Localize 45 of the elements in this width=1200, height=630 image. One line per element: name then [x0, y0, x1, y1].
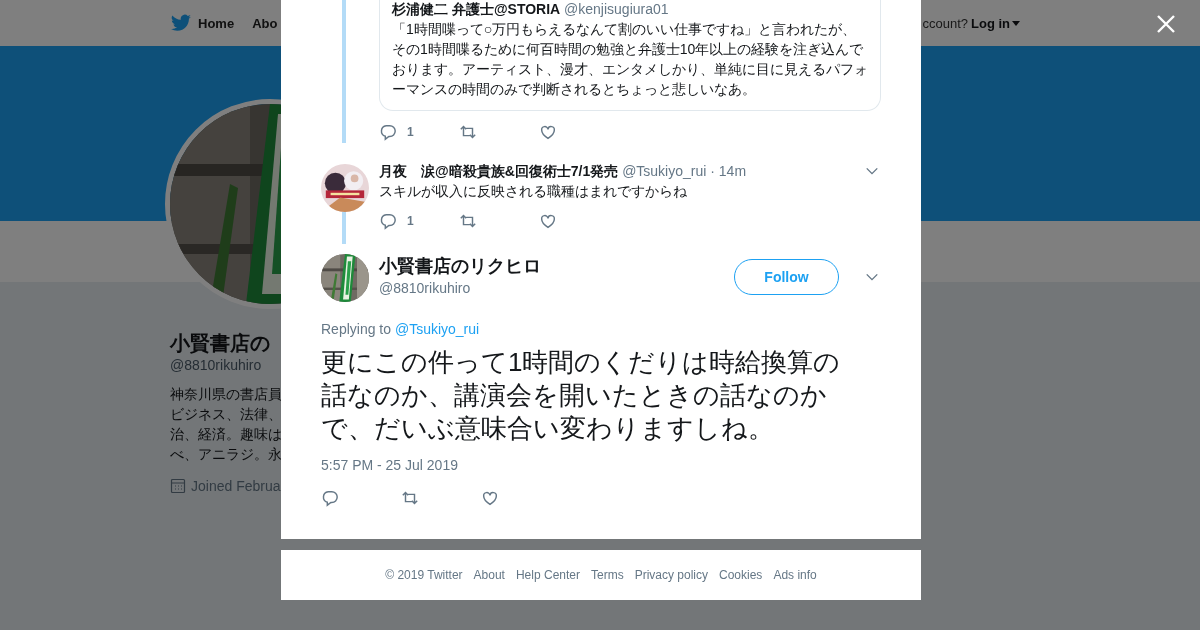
- author-name: 杉浦健二 弁護士@STORIA @kenjisugiura01: [392, 0, 670, 18]
- footer-link[interactable]: Ads info: [773, 568, 817, 582]
- footer-link[interactable]: Terms: [591, 568, 624, 582]
- footer-link[interactable]: © 2019 Twitter: [385, 568, 463, 582]
- calendar-icon: [170, 478, 186, 494]
- tweet-text: 更にこの件って1時間のくだりは時給換算の話なのか、講演会を開いたときの話なのかで、だいぶ意味合い変わりますしね。: [321, 346, 842, 445]
- retweet-icon[interactable]: [459, 123, 477, 141]
- author-name: 月夜 涙@暗殺貴族&回復術士7/1発売 @Tsukiyo_rui · 14m: [379, 162, 747, 181]
- close-icon[interactable]: [1157, 15, 1175, 33]
- footer-link[interactable]: About: [473, 568, 505, 582]
- reply-count: 1: [407, 125, 414, 139]
- retweet-icon[interactable]: [459, 212, 477, 230]
- bird-icon: [170, 13, 192, 33]
- bio-line: 治、経済。趣味は: [170, 426, 282, 444]
- bio-line: ビジネス、法律、: [170, 406, 282, 424]
- footer-link[interactable]: Help Center: [515, 568, 580, 582]
- footer-link[interactable]: Privacy policy: [634, 568, 708, 582]
- replying-to: Replying to @Tsukiyo_rui: [321, 320, 481, 338]
- profile-name: 小賢書店の: [170, 331, 270, 355]
- heart-icon[interactable]: [539, 123, 557, 141]
- caret-icon[interactable]: [1012, 20, 1020, 26]
- quoted-tweet-card[interactable]: 杉浦健二 弁護士@STORIA @kenjisugiura01 「1時間喋って○万円もらえるなんて割のいい仕事ですね」と言われたが、その1時間喋るために何百時間の勉強と弁護士10年以上の経験を注ぎ込んでおります。アーティスト、漫才、エンタメしかり、単純に目に見えるパフォーマンスの時間のみで判断されるとちょっと悲しいなあ。: [379, 0, 881, 111]
- reply-icon[interactable]: [379, 123, 397, 141]
- account-prompt: ccount?: [922, 15, 968, 31]
- login-link[interactable]: Log in: [971, 15, 1020, 31]
- follow-button[interactable]: Follow: [734, 259, 839, 295]
- reply-icon[interactable]: [321, 489, 339, 507]
- bio-line: べ、アニラジ。永: [170, 446, 282, 464]
- footer-link[interactable]: Cookies: [719, 568, 763, 582]
- bio-line: 神奈川県の書店員: [170, 386, 282, 404]
- nav-link[interactable]: Abo: [252, 15, 278, 31]
- reply-icon[interactable]: [379, 212, 397, 230]
- retweet-icon[interactable]: [401, 489, 419, 507]
- reply-count: 1: [407, 214, 414, 228]
- timestamp: 5:57 PM - 25 Jul 2019: [321, 456, 459, 474]
- tweet-text: スキルが収入に反映される職種はまれですからね: [379, 182, 688, 201]
- nav-link[interactable]: Home: [170, 13, 235, 33]
- joined-date: Joined Februa: [191, 478, 281, 494]
- author-name: 小賢書店のリクヒロ: [379, 255, 542, 278]
- quoted-tweet-text: 「1時間喋って○万円もらえるなんて割のいい仕事ですね」と言われたが、その1時間喋るために何百時間の勉強と弁護士10年以上の経験を注ぎ込んでおります。アーティスト、漫才、エンタメしかり、単純に目に見えるパフォーマンスの時間のみで判断されるとちょっと悲しいなあ。: [392, 20, 869, 99]
- author-handle: @8810rikuhiro: [379, 279, 472, 298]
- heart-icon[interactable]: [481, 489, 499, 507]
- heart-icon[interactable]: [539, 212, 557, 230]
- mention-link[interactable]: @Tsukiyo_rui: [394, 321, 480, 337]
- profile-handle: @8810rikuhiro: [170, 356, 262, 375]
